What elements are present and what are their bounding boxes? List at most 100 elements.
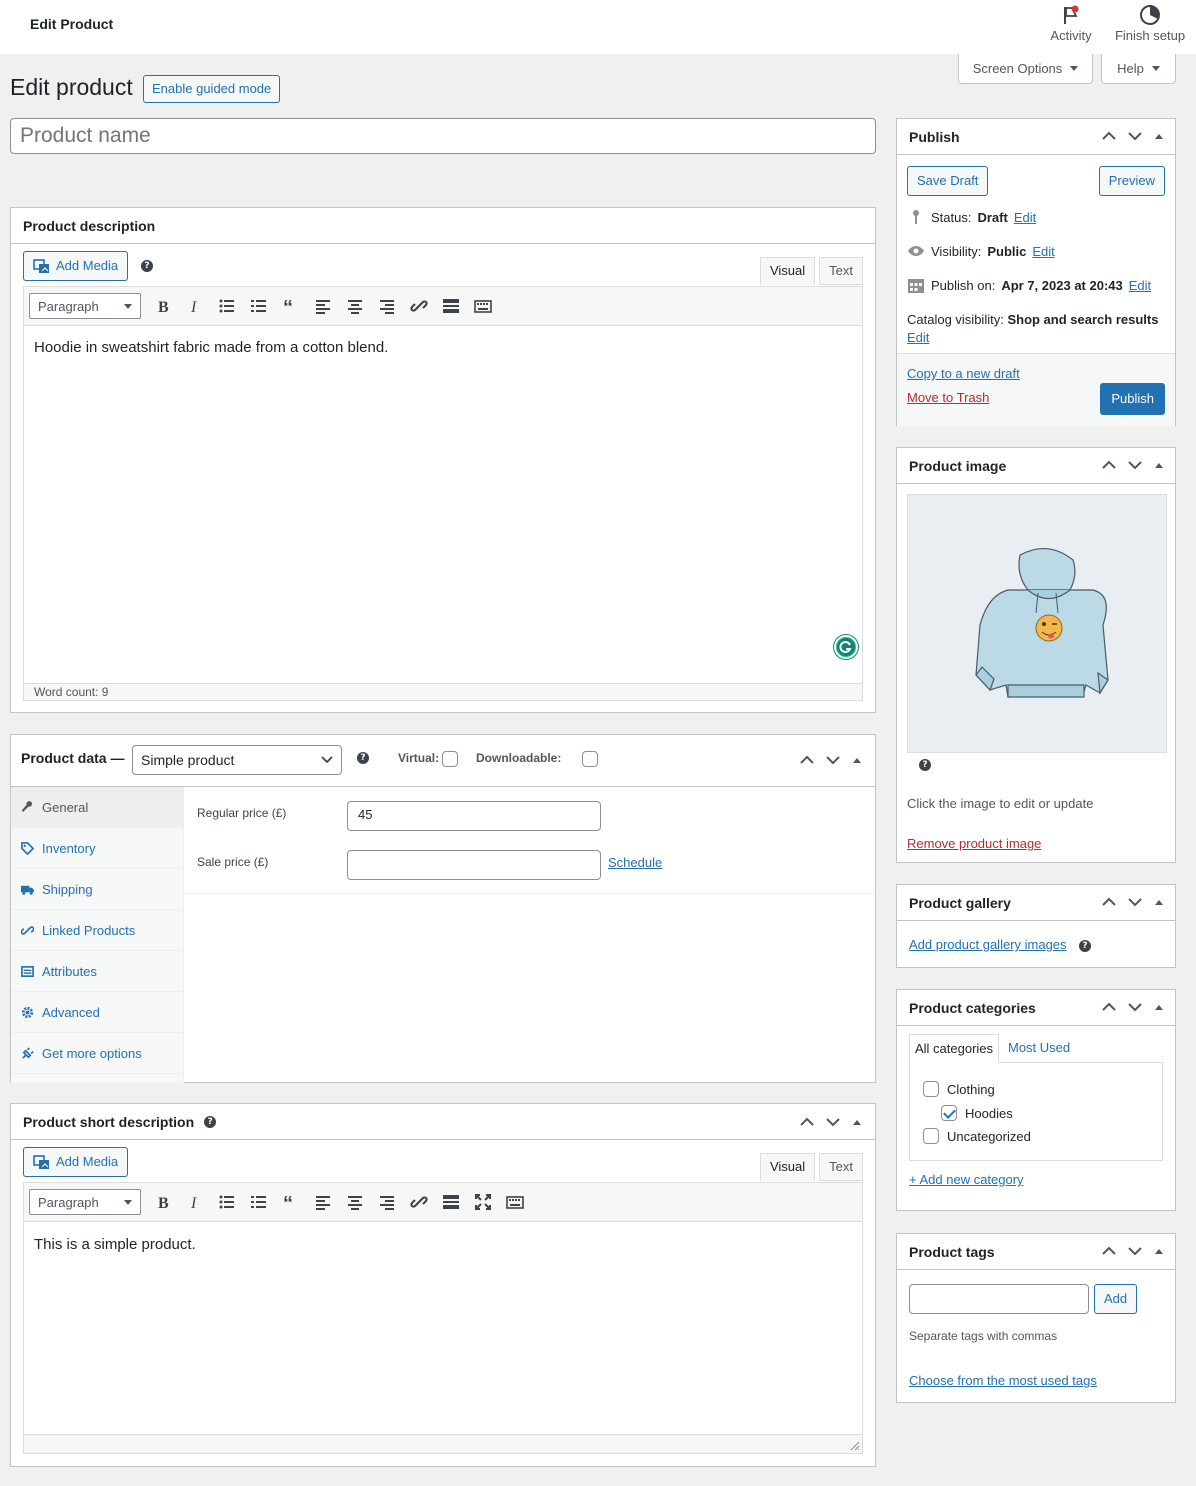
add-media-button[interactable]: Add Media (23, 251, 129, 281)
grammarly-icon[interactable] (834, 635, 858, 659)
chevron-down-icon[interactable] (825, 752, 841, 768)
toolbar-toggle-button[interactable] (501, 1188, 529, 1216)
chevron-up-icon[interactable] (1101, 999, 1117, 1015)
edit-catalog-visibility-link[interactable]: Edit (907, 330, 929, 345)
category-checkbox[interactable] (923, 1081, 939, 1097)
schedule-link[interactable]: Schedule (608, 855, 662, 870)
collapse-toggle-icon[interactable] (1153, 1245, 1165, 1257)
enable-guided-mode-button[interactable]: Enable guided mode (143, 75, 281, 103)
tab-advanced[interactable]: Advanced (11, 992, 183, 1033)
chevron-down-icon[interactable] (1127, 457, 1143, 473)
add-media-button[interactable]: Add Media (23, 1147, 129, 1177)
category-checkbox[interactable] (923, 1128, 939, 1144)
tab-get-more-options[interactable]: Get more options (11, 1033, 183, 1074)
collapse-toggle-icon[interactable] (1153, 1001, 1165, 1013)
finish-setup-button[interactable]: Finish setup (1114, 4, 1186, 43)
align-center-button[interactable] (341, 292, 369, 320)
publish-button[interactable]: Publish (1100, 383, 1165, 415)
read-more-button[interactable] (437, 292, 465, 320)
tab-visual[interactable]: Visual (759, 257, 816, 285)
save-draft-button[interactable]: Save Draft (907, 166, 989, 196)
chevron-up-icon[interactable] (1101, 1243, 1117, 1259)
tab-all-categories[interactable]: All categories (909, 1034, 1000, 1063)
link-button[interactable] (405, 1188, 433, 1216)
italic-button[interactable]: I (181, 1188, 209, 1216)
chevron-down-icon[interactable] (1127, 128, 1143, 144)
edit-date-link[interactable]: Edit (1129, 278, 1151, 293)
chevron-down-icon[interactable] (825, 1114, 841, 1130)
bold-button[interactable]: B (149, 292, 177, 320)
edit-status-link[interactable]: Edit (1014, 210, 1036, 225)
move-to-trash-link[interactable]: Move to Trash (907, 390, 989, 405)
tag-input[interactable] (909, 1284, 1089, 1314)
bold-button[interactable]: B (149, 1188, 177, 1216)
edit-visibility-link[interactable]: Edit (1032, 244, 1054, 259)
chevron-down-icon[interactable] (1127, 894, 1143, 910)
format-select[interactable]: Paragraph (29, 293, 141, 319)
align-center-button[interactable] (341, 1188, 369, 1216)
read-more-button[interactable] (437, 1188, 465, 1216)
add-gallery-images-link[interactable]: Add product gallery images (909, 937, 1067, 952)
bullet-list-button[interactable] (213, 1188, 241, 1216)
collapse-toggle-icon[interactable] (1153, 130, 1165, 142)
numbered-list-button[interactable] (245, 292, 273, 320)
collapse-toggle-icon[interactable] (1153, 459, 1165, 471)
chevron-up-icon[interactable] (1101, 128, 1117, 144)
numbered-list-button[interactable] (245, 1188, 273, 1216)
tab-text[interactable]: Text (819, 257, 863, 285)
product-image-thumbnail[interactable] (907, 494, 1167, 753)
category-checkbox[interactable] (941, 1105, 957, 1121)
sale-price-input[interactable] (347, 850, 601, 880)
chevron-down-icon[interactable] (1127, 1243, 1143, 1259)
chevron-down-icon[interactable] (1127, 999, 1143, 1015)
tab-attributes[interactable]: Attributes (11, 951, 183, 992)
category-item[interactable]: Clothing (923, 1081, 995, 1097)
collapse-toggle-icon[interactable] (1153, 896, 1165, 908)
collapse-toggle-icon[interactable] (851, 1116, 863, 1128)
screen-options-button[interactable]: Screen Options (958, 54, 1093, 84)
format-select[interactable]: Paragraph (29, 1189, 141, 1215)
help-button[interactable]: Help (1101, 54, 1176, 84)
short-description-editor[interactable]: This is a simple product. (23, 1223, 863, 1434)
chevron-up-icon[interactable] (1101, 457, 1117, 473)
help-icon[interactable]: ? (141, 260, 153, 272)
downloadable-checkbox[interactable] (581, 750, 598, 767)
link-button[interactable] (405, 292, 433, 320)
product-name-input[interactable] (10, 118, 876, 154)
bullet-list-button[interactable] (213, 292, 241, 320)
copy-to-draft-link[interactable]: Copy to a new draft (907, 366, 1020, 381)
tab-inventory[interactable]: Inventory (11, 828, 183, 869)
help-icon[interactable]: ? (357, 752, 369, 764)
align-left-button[interactable] (309, 1188, 337, 1216)
fullscreen-button[interactable] (469, 1188, 497, 1216)
help-icon[interactable]: ? (919, 759, 931, 771)
remove-product-image-link[interactable]: Remove product image (907, 836, 1041, 851)
add-tag-button[interactable]: Add (1094, 1284, 1138, 1314)
blockquote-button[interactable]: “ (277, 1188, 305, 1216)
help-icon[interactable]: ? (1079, 940, 1091, 952)
tab-most-used[interactable]: Most Used (1008, 1040, 1070, 1055)
regular-price-input[interactable]: 45 (347, 801, 601, 831)
tab-linked-products[interactable]: Linked Products (11, 910, 183, 951)
collapse-toggle-icon[interactable] (851, 754, 863, 766)
resize-handle-icon[interactable] (850, 1441, 860, 1451)
description-editor[interactable]: Hoodie in sweatshirt fabric made from a … (23, 326, 863, 683)
chevron-up-icon[interactable] (799, 1114, 815, 1130)
activity-button[interactable]: Activity (1036, 4, 1106, 43)
preview-button[interactable]: Preview (1098, 166, 1165, 196)
tab-text[interactable]: Text (819, 1153, 863, 1181)
product-type-select[interactable]: Simple product (132, 745, 342, 775)
virtual-checkbox[interactable] (442, 750, 458, 767)
category-item[interactable]: Uncategorized (923, 1128, 1031, 1144)
blockquote-button[interactable]: “ (277, 292, 305, 320)
tab-general[interactable]: General (11, 787, 183, 828)
align-left-button[interactable] (309, 292, 337, 320)
help-icon[interactable]: ? (204, 1115, 217, 1128)
toolbar-toggle-button[interactable] (469, 292, 497, 320)
tab-shipping[interactable]: Shipping (11, 869, 183, 910)
align-right-button[interactable] (373, 292, 401, 320)
add-new-category-link[interactable]: + Add new category (909, 1172, 1024, 1187)
category-item[interactable]: Hoodies (941, 1105, 1013, 1121)
chevron-up-icon[interactable] (799, 752, 815, 768)
tab-visual[interactable]: Visual (759, 1153, 816, 1181)
